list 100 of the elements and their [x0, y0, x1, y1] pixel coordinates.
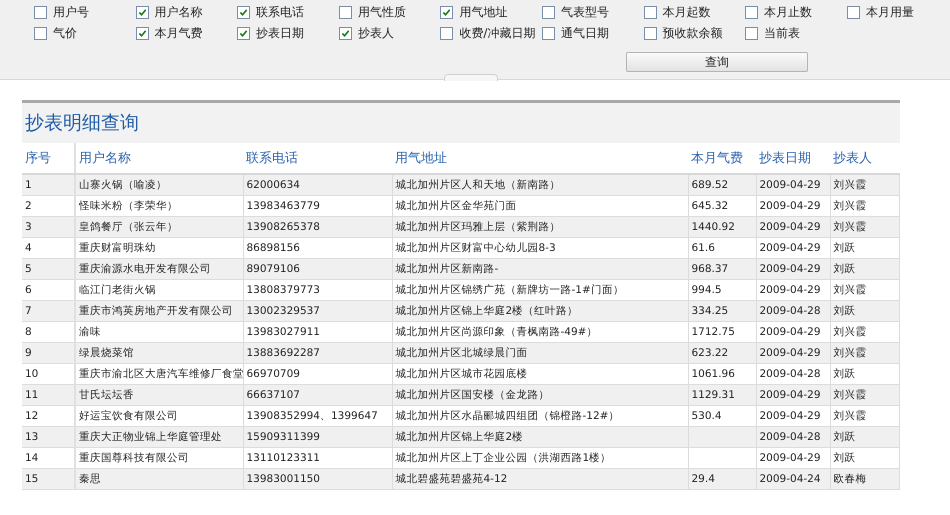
table-cell: 7	[25, 305, 32, 317]
table-cell: 29.4	[692, 473, 715, 485]
checkbox[interactable]	[644, 26, 657, 40]
table-cell: 重庆市渝北区大唐汽车维修厂食堂	[79, 368, 244, 380]
table-cell: 城北加州片区尚源印象（青枫南路-49#）	[396, 326, 598, 338]
checkbox[interactable]	[237, 26, 250, 40]
checkbox-label: 气价	[53, 24, 77, 42]
table-cell: 刘跃	[834, 305, 856, 317]
table-cell: 623.22	[692, 347, 728, 359]
table-cell: 城北加州片区锦上华庭2楼	[396, 431, 524, 443]
checkbox-label: 用气地址	[459, 4, 508, 20]
table-cell: 689.52	[692, 179, 728, 191]
table-cell: 刘兴霞	[834, 347, 866, 359]
table-cell: 61.6	[692, 242, 715, 254]
table-cell: 1	[25, 179, 32, 191]
table-cell: 11	[25, 389, 38, 401]
column-header: 用户名称	[75, 143, 243, 174]
table-cell: 2009-04-29	[760, 284, 821, 296]
table-cell: 渝味	[79, 326, 101, 338]
table-cell: 好运宝饮食有限公司	[79, 410, 178, 422]
checkbox-label: 联系电话	[256, 4, 304, 20]
checkbox[interactable]	[745, 6, 758, 18]
table-cell: 13110123311	[246, 452, 320, 464]
table-cell: 临江门老街火锅	[79, 284, 156, 296]
checkbox[interactable]	[542, 26, 555, 40]
table-cell: 刘兴霞	[834, 326, 866, 338]
table-cell: 2009-04-29	[760, 200, 821, 212]
table-cell: 2	[25, 200, 32, 212]
checkbox[interactable]	[542, 6, 555, 18]
table-cell: 秦思	[79, 473, 101, 485]
checkbox[interactable]	[136, 26, 149, 40]
table-cell: 5	[25, 263, 32, 275]
table-cell: 甘氏坛坛香	[79, 389, 134, 401]
checkbox-label: 本月止数	[764, 4, 812, 20]
checkbox[interactable]	[440, 6, 454, 18]
table-cell: 10	[25, 368, 38, 380]
table-cell: 13908265378	[246, 221, 320, 233]
table-cell: 2009-04-29	[760, 221, 821, 233]
table-cell: 2009-04-29	[760, 389, 821, 401]
table-cell: 6	[25, 284, 32, 296]
table-cell: 城北加州片区新南路-	[396, 263, 498, 275]
table-cell: 13883692287	[246, 347, 320, 359]
table-cell: 城北碧盛苑碧盛苑4-12	[396, 473, 508, 485]
table-cell: 1440.92	[692, 221, 735, 233]
table-cell: 刘兴霞	[834, 284, 866, 296]
checkbox-label: 通气日期	[560, 24, 609, 42]
checkbox-label: 用户号	[53, 4, 89, 20]
table-cell: 城北加州片区国安楼（金龙路）	[396, 389, 550, 401]
table-cell: 1712.75	[692, 326, 735, 338]
table-cell: 13908352994、1399647	[246, 410, 378, 422]
table-cell: 城北加州片区城市花园底楼	[396, 368, 528, 380]
table-cell: 城北加州片区锦绣广苑（新牌坊一路-1#门面）	[396, 284, 624, 296]
table-cell: 9	[25, 347, 32, 359]
table-cell: 城北加州片区金华苑门面	[396, 200, 516, 212]
checkbox[interactable]	[136, 6, 149, 18]
table-cell: 2009-04-29	[760, 347, 821, 359]
table-cell: 994.5	[692, 284, 722, 296]
table-cell: 重庆大正物业锦上华庭管理处	[79, 431, 222, 443]
table-cell: 城北加州片区上丁企业公园（洪湖西路1楼）	[396, 452, 612, 464]
table-cell: 13	[25, 431, 38, 443]
table-cell: 62000634	[246, 179, 300, 191]
checkbox-label: 抄表日期	[256, 24, 304, 42]
table-cell: 刘跃	[834, 263, 856, 275]
table-cell: 刘跃	[834, 242, 856, 254]
checkbox[interactable]	[338, 26, 352, 40]
table-cell: 86898156	[246, 242, 300, 254]
table-cell: 重庆财富明珠幼	[79, 242, 156, 254]
collapse-handle[interactable]	[444, 74, 498, 81]
table-cell: 13983463779	[246, 200, 320, 212]
table-cell: 1129.31	[692, 389, 735, 401]
table-cell: 城北加州片区玛雅上层（紫荆路）	[396, 221, 560, 233]
table-cell: 334.25	[692, 305, 728, 317]
table-cell: 城北加州片区人和天地（新南路）	[396, 179, 560, 191]
table-cell: 欧春梅	[834, 473, 866, 485]
table-cell: 怪味米粉（李荣华）	[79, 200, 178, 212]
report-title: 抄表明细查询	[22, 103, 900, 143]
table-cell: 重庆渝源水电开发有限公司	[79, 263, 211, 275]
table-cell: 968.37	[692, 263, 728, 275]
checkbox-label: 气表型号	[560, 4, 609, 20]
checkbox[interactable]	[34, 6, 47, 18]
table-cell: 皇鸽餐厅（张云年）	[79, 221, 178, 233]
checkbox[interactable]	[846, 6, 860, 18]
table-cell: 530.4	[692, 410, 722, 422]
query-button[interactable]: 查询	[626, 52, 808, 72]
table-cell: 刘兴霞	[834, 200, 866, 212]
table-cell: 刘兴霞	[834, 389, 866, 401]
checkbox[interactable]	[34, 26, 47, 40]
checkbox[interactable]	[338, 6, 352, 18]
table-cell: 城北加州片区锦上华庭2楼（红叶路）	[396, 305, 578, 317]
checkbox[interactable]	[745, 26, 758, 40]
table-cell: 2009-04-29	[760, 326, 821, 338]
checkbox[interactable]	[237, 6, 250, 18]
table-cell: 2009-04-29	[760, 410, 821, 422]
table-cell: 13002329537	[246, 305, 320, 317]
table-cell: 2009-04-28	[760, 305, 821, 317]
table-cell: 14	[25, 452, 38, 464]
checkbox[interactable]	[644, 6, 657, 18]
table-cell: 15909311399	[246, 431, 320, 443]
checkbox[interactable]	[440, 26, 454, 40]
table-cell: 刘跃	[834, 431, 856, 443]
